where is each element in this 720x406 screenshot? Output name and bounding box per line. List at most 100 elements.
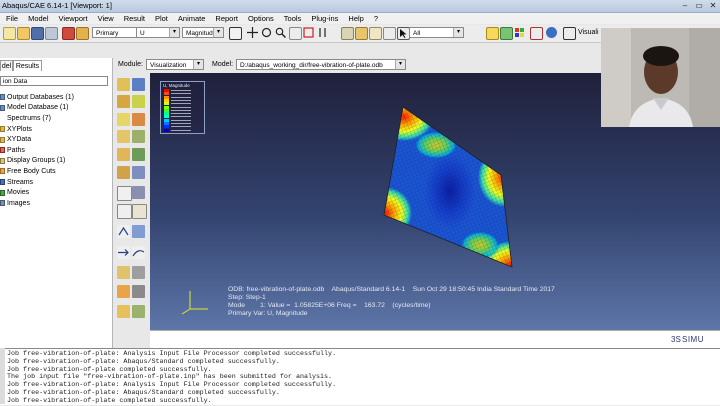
animation-options-icon[interactable] [132,166,145,179]
save-icon[interactable] [31,27,44,40]
query-info-icon[interactable] [132,285,145,298]
auto-fit-icon[interactable] [303,27,314,38]
tree-item-movies[interactable]: Movies [0,187,110,198]
xydata-manager-icon[interactable] [132,186,145,199]
animate-time-icon[interactable] [132,148,145,161]
tree-item-display-groups[interactable]: Display Groups (1) [0,156,110,167]
tree-item-streams[interactable]: Streams [0,177,110,188]
chevron-down-icon: ▾ [193,60,203,69]
text-annotation-icon[interactable] [117,285,130,298]
menu-view[interactable]: View [98,14,114,23]
overlay-plot-icon[interactable] [117,130,130,143]
menu-help-query[interactable]: ? [374,14,378,23]
restore-icon[interactable]: ▭ [692,0,706,11]
legend-swatch-tick [171,116,191,118]
close-icon[interactable]: ✕ [706,0,720,11]
tree-item-xyplots[interactable]: XYPlots [0,124,110,135]
plot-undeformed-icon[interactable] [117,78,130,91]
webcam-person-image [601,28,720,127]
render-style-icon[interactable] [341,27,354,40]
mesh-icon[interactable] [563,27,576,40]
contour-legend: U, Magnitude [160,81,205,134]
allow-multiple-plots-icon[interactable] [132,113,145,126]
refresh-icon[interactable] [229,27,242,40]
session-data-dropdown[interactable]: ion Data [0,76,108,86]
probe-icon[interactable] [76,27,89,40]
tool-display-icon[interactable] [486,27,499,40]
menu-tools[interactable]: Tools [284,14,302,23]
tree-item-label: XYPlots [7,125,32,133]
stream-plot-icon[interactable] [132,246,145,259]
animate-scale-icon[interactable] [117,148,130,161]
open-folder-icon[interactable] [17,27,30,40]
tree-item-output-databases[interactable]: Output Databases (1) [0,92,110,103]
variable-selector[interactable]: U ▾ [136,27,180,38]
query-icon[interactable] [62,27,75,40]
legend-swatch [164,128,169,132]
create-path-icon[interactable] [117,204,132,219]
cycle-views-icon[interactable] [317,27,328,38]
path-manager-icon[interactable] [132,204,147,219]
pan-icon[interactable] [247,27,258,38]
menu-plugins[interactable]: Plug-ins [311,14,338,23]
render-shaded-icon[interactable] [355,27,368,40]
plot-contours-icon[interactable] [117,95,130,108]
tree-item-label: Movies [7,189,30,197]
animate-harmonic-icon[interactable] [117,166,130,179]
tab-results[interactable]: Results [13,60,42,71]
tree-item-spectrums[interactable]: Spectrums (7) [0,113,110,124]
tool-options-icon[interactable] [132,305,145,318]
menu-file[interactable]: File [6,14,18,23]
color-code-icon[interactable] [514,27,525,38]
legend-title: U, Magnitude [163,83,190,88]
model-selector[interactable]: D:/abaqus_working_dir/free-vibration-of-… [236,59,406,70]
plot-deformed-icon[interactable] [132,78,145,91]
info-icon[interactable] [546,27,557,38]
selection-filter[interactable]: All ▾ [409,27,464,38]
view-cut-manager-icon[interactable] [132,225,145,238]
module-label: Module: [118,61,143,68]
viewport-info-text: ODB: free-vibration-of-plate.odb Abaqus/… [228,286,555,318]
tree-item-paths[interactable]: Paths [0,145,110,156]
results-tree: Output Databases (1) Model Database (1) … [0,92,110,209]
common-plot-options-icon[interactable] [117,305,130,318]
plot-symbols-icon[interactable] [132,95,145,108]
free-body-manager-icon[interactable] [132,266,145,279]
tree-item-images[interactable]: Images [0,198,110,209]
module-selector[interactable]: Visualization ▾ [146,59,204,70]
view-manipulation-icon[interactable] [500,27,513,40]
render-wireframe-icon[interactable] [369,27,382,40]
deformed-plate-mesh [383,106,513,268]
tab-model[interactable]: del [0,60,13,71]
menu-viewport[interactable]: Viewport [59,14,88,23]
rotate-icon[interactable] [261,27,272,38]
menu-options[interactable]: Options [248,14,274,23]
tree-item-xydata[interactable]: XYData [0,134,110,145]
log-line: Job free-vibration-of-plate: Abaqus/Stan… [7,388,280,397]
menu-result[interactable]: Result [124,14,145,23]
magnify-icon[interactable] [275,27,287,39]
tree-item-free-body-cuts[interactable]: Free Body Cuts [0,166,110,177]
menu-help[interactable]: Help [348,14,363,23]
tree-item-label: Output Databases (1) [7,93,74,101]
create-xydata-icon[interactable] [117,186,132,201]
print-icon[interactable] [45,27,58,40]
minimize-icon[interactable]: – [678,0,692,11]
menu-animate[interactable]: Animate [178,14,206,23]
color-manager-icon[interactable] [530,27,543,40]
hidden-line-icon[interactable] [383,27,396,40]
tree-item-label: Streams [7,178,34,186]
view-cut-icon[interactable] [117,225,130,238]
mode-info-line: Mode 1: Value = 1.05825E+06 Freq = 163.7… [228,301,431,309]
free-body-cut-icon[interactable] [117,266,130,279]
common-options-icon[interactable] [132,130,145,143]
plot-material-orientations-icon[interactable] [117,113,130,126]
menu-model[interactable]: Model [28,14,48,23]
component-selector[interactable]: Magnitude ▾ [182,27,224,38]
box-zoom-icon[interactable] [289,27,302,40]
menu-report[interactable]: Report [215,14,238,23]
arrow-probe-icon[interactable] [117,246,130,259]
new-file-icon[interactable] [3,27,16,40]
tree-item-model-database[interactable]: Model Database (1) [0,103,110,114]
menu-plot[interactable]: Plot [155,14,168,23]
